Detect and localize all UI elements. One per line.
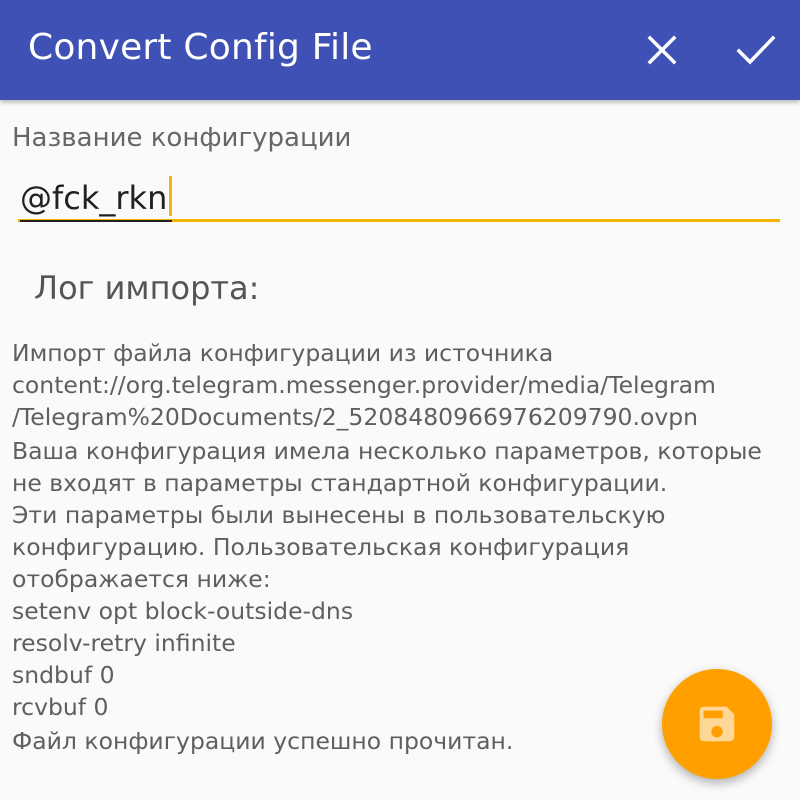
close-icon: [647, 35, 677, 65]
log-line: не входят в параметры стандартной конфиг…: [12, 469, 668, 497]
confirm-button[interactable]: [726, 20, 786, 80]
config-name-label: Название конфигурации: [12, 123, 352, 153]
log-paragraph-source: Импорт файла конфигурации из источника c…: [12, 337, 792, 433]
log-line: content://org.telegram.messenger.provide…: [12, 371, 716, 399]
page-title: Convert Config File: [28, 27, 373, 68]
close-button[interactable]: [632, 20, 692, 80]
log-line: Импорт файла конфигурации из источника: [12, 339, 554, 367]
save-icon: [699, 706, 735, 742]
log-line: отображается ниже:: [12, 565, 271, 593]
convert-config-screen: Convert Config File Название конфигураци…: [0, 0, 800, 800]
log-line: Ваша конфигурация имела несколько параме…: [12, 437, 762, 465]
log-paragraph-custom-options: Ваша конфигурация имела несколько параме…: [12, 435, 792, 723]
import-log-title: Лог импорта:: [34, 269, 260, 307]
log-line: resolv-retry infinite: [12, 629, 236, 657]
save-button[interactable]: [662, 669, 772, 779]
log-line: Эти параметры были вынесены в пользовате…: [12, 501, 666, 529]
check-icon: [736, 35, 776, 65]
config-name-input[interactable]: [18, 172, 780, 222]
log-line: sndbuf 0: [12, 661, 115, 689]
log-line: setenv opt block-outside-dns: [12, 597, 354, 625]
log-line: конфигурацию. Пользовательская конфигура…: [12, 533, 630, 561]
log-line: /Telegram%20Documents/2_5208480966976209…: [12, 403, 699, 431]
app-bar: Convert Config File: [0, 0, 800, 100]
